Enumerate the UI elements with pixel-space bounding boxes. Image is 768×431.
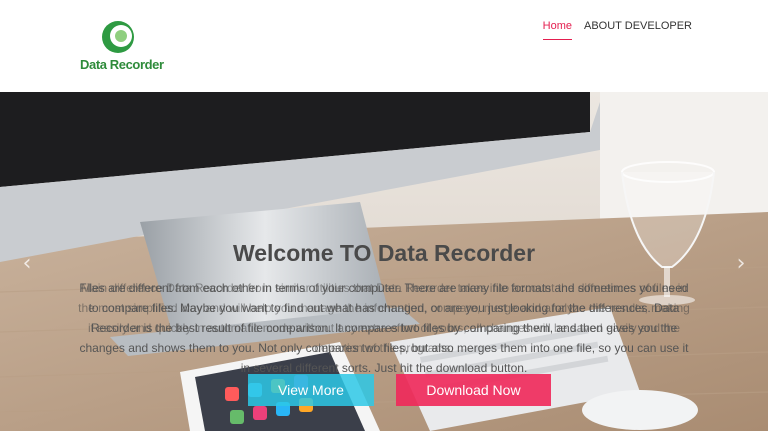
slide-text: Files are different from each other in t… [79, 281, 689, 375]
logo[interactable]: Data Recorder [80, 18, 164, 74]
brand-name: Data Recorder [80, 57, 164, 72]
main-nav: Home ABOUT DEVELOPER [542, 20, 692, 40]
hero-carousel: ‹ › Welcome TO Data Recorder Main differ… [0, 92, 768, 431]
site-header: Data Recorder Home ABOUT DEVELOPER [0, 0, 768, 92]
nav-item-home[interactable]: Home [542, 20, 572, 40]
logo-icon [102, 21, 134, 53]
slide-title: Welcome TO Data Recorder [232, 240, 536, 266]
download-now-button[interactable]: Download Now [396, 374, 551, 406]
nav-item-about-developer[interactable]: ABOUT DEVELOPER [584, 20, 692, 40]
view-more-button[interactable]: View More [248, 374, 374, 406]
